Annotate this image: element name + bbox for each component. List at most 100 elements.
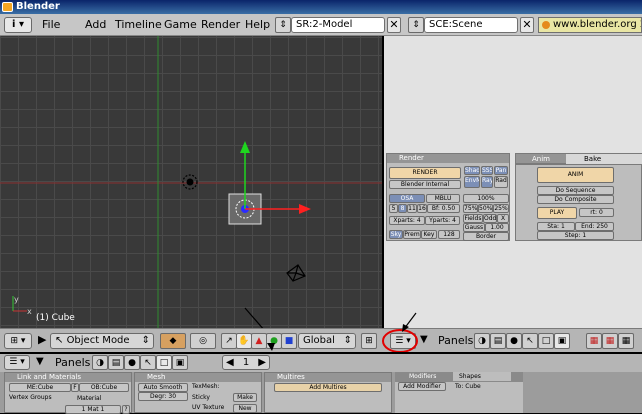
tab-anim[interactable]: Anim bbox=[532, 155, 550, 163]
start-frame-field[interactable]: Sta: 1 bbox=[537, 222, 575, 231]
fields-toggle[interactable]: Fields bbox=[463, 214, 483, 223]
frame-prev-icon[interactable]: ◀ bbox=[226, 356, 234, 369]
auto-smooth-toggle[interactable]: Auto Smooth bbox=[138, 383, 188, 392]
step-field[interactable]: Step: 1 bbox=[537, 231, 614, 240]
play-button[interactable]: PLAY bbox=[537, 207, 577, 219]
object-name-field[interactable]: OB:Cube bbox=[79, 383, 129, 392]
blender-org-link[interactable]: www.blender.org 2 bbox=[538, 17, 642, 33]
mode-select[interactable]: ↖ Object Mode ⇕ bbox=[50, 333, 154, 349]
tab-modifiers[interactable]: Modifiers bbox=[409, 373, 436, 380]
x-toggle[interactable]: X bbox=[497, 214, 509, 223]
mesh-name-field[interactable]: ME:Cube bbox=[9, 383, 71, 392]
3d-viewport[interactable]: y x (1) Cube bbox=[0, 36, 382, 328]
menu-game[interactable]: Game bbox=[164, 18, 197, 31]
color-depth-select[interactable]: 128 bbox=[438, 230, 460, 239]
osa-5-button[interactable]: 5 bbox=[389, 204, 398, 213]
menu-add[interactable]: Add bbox=[85, 18, 106, 31]
pano-toggle[interactable]: Pan bbox=[494, 166, 508, 175]
uv-new-button[interactable]: New bbox=[233, 404, 257, 413]
render-buttons-icon[interactable]: ▦ bbox=[586, 333, 602, 349]
add-multires-button[interactable]: Add Multires bbox=[274, 383, 382, 392]
degr-field[interactable]: Degr: 30 bbox=[138, 392, 188, 401]
3d-editor-type-icon[interactable]: ⊞ ▾ bbox=[4, 333, 32, 349]
editor-type-icon[interactable]: i ▾ bbox=[4, 17, 32, 33]
lower-editor-type-icon[interactable]: ☰ ▾ bbox=[4, 355, 30, 370]
menu-timeline[interactable]: Timeline bbox=[115, 18, 162, 31]
size-75-button[interactable]: 75% bbox=[463, 204, 478, 213]
lower-scene-icon[interactable]: ▣ bbox=[172, 355, 188, 370]
lower-collapse-icon[interactable]: ▼ bbox=[36, 356, 44, 367]
draw-type-icon[interactable]: ◆ bbox=[160, 333, 186, 349]
osa-toggle[interactable]: OSA bbox=[389, 194, 425, 203]
add-modifier-button[interactable]: Add Modifier bbox=[398, 382, 446, 391]
pivot-icon[interactable]: ◎ bbox=[190, 333, 216, 349]
lower-script-icon[interactable]: ▤ bbox=[108, 355, 124, 370]
ray-toggle[interactable]: Ray bbox=[481, 176, 493, 188]
render-button[interactable]: RENDER bbox=[389, 167, 461, 179]
info-header: i ▾ File Add Timeline Game Render Help ⇕… bbox=[0, 14, 642, 36]
do-composite-toggle[interactable]: Do Composite bbox=[537, 195, 614, 204]
frame-next-icon[interactable]: ▶ bbox=[258, 356, 266, 369]
end-frame-field[interactable]: End: 250 bbox=[575, 222, 614, 231]
orientation-select[interactable]: Global ⇕ bbox=[298, 333, 356, 349]
fake-user-toggle[interactable]: F bbox=[71, 383, 79, 392]
gauss-toggle[interactable]: Gauss bbox=[463, 223, 485, 232]
lower-editing-icon[interactable]: □ bbox=[156, 355, 172, 370]
osa-8-button[interactable]: 8 bbox=[398, 204, 407, 213]
scene-browse-icon[interactable]: ⇕ bbox=[408, 17, 424, 33]
menu-file[interactable]: File bbox=[42, 18, 60, 31]
screen-delete-button[interactable]: ✕ bbox=[387, 17, 401, 33]
manipulator-toggle-icon[interactable]: ✋ bbox=[236, 333, 252, 349]
screen-name-field[interactable]: SR:2-Model bbox=[291, 17, 385, 33]
script-icon[interactable]: ▤ bbox=[490, 333, 506, 349]
rt-field[interactable]: rt: 0 bbox=[579, 208, 614, 217]
link-materials-panel: Link and Materials ME:Cube F OB:Cube Ver… bbox=[4, 372, 132, 414]
anim-buttons-icon[interactable]: ▦ bbox=[602, 333, 618, 349]
screen-browse-icon[interactable]: ⇕ bbox=[275, 17, 291, 33]
layer-icon[interactable]: ⊞ bbox=[361, 333, 377, 349]
do-sequence-toggle[interactable]: Do Sequence bbox=[537, 186, 614, 195]
sss-toggle[interactable]: SSS bbox=[481, 166, 493, 175]
gauss-value-field[interactable]: 1.00 bbox=[485, 223, 509, 232]
radio-toggle[interactable]: Rad bbox=[494, 176, 508, 188]
shadow-toggle[interactable]: Shad bbox=[464, 166, 480, 175]
menu-render[interactable]: Render bbox=[201, 18, 240, 31]
renderer-select[interactable]: Blender Internal bbox=[389, 180, 461, 189]
scene-icon[interactable]: ▣ bbox=[554, 333, 570, 349]
premul-toggle[interactable]: Prem bbox=[403, 230, 421, 239]
envmap-toggle[interactable]: EnvMap bbox=[464, 176, 480, 188]
size-25-button[interactable]: 25% bbox=[493, 204, 509, 213]
xparts-field[interactable]: Xparts: 4 bbox=[389, 216, 425, 225]
buttons-collapse-icon[interactable]: ▼ bbox=[420, 334, 428, 345]
menu-help[interactable]: Help bbox=[245, 18, 270, 31]
mblur-toggle[interactable]: MBLU bbox=[426, 194, 460, 203]
border-toggle[interactable]: Border bbox=[463, 232, 509, 241]
tab-shapes[interactable]: Shapes bbox=[453, 372, 511, 381]
sticky-make-button[interactable]: Make bbox=[233, 393, 257, 402]
anim-button[interactable]: ANIM bbox=[537, 167, 614, 183]
yparts-field[interactable]: Yparts: 4 bbox=[425, 216, 460, 225]
lower-object-icon[interactable]: ↖ bbox=[140, 355, 156, 370]
object-icon[interactable]: ↖ bbox=[522, 333, 538, 349]
odd-toggle[interactable]: Odd bbox=[483, 214, 497, 223]
osa-11-button[interactable]: 11 bbox=[407, 204, 417, 213]
blur-factor-field[interactable]: Bf: 0.50 bbox=[427, 204, 460, 213]
key-toggle[interactable]: Key bbox=[421, 230, 437, 239]
lower-logic-icon[interactable]: ◑ bbox=[92, 355, 108, 370]
frame-field[interactable]: ◀ 1 ▶ bbox=[222, 355, 270, 370]
sound-buttons-icon[interactable]: ▦ bbox=[618, 333, 634, 349]
size-50-button[interactable]: 50% bbox=[478, 204, 493, 213]
sky-toggle[interactable]: Sky bbox=[389, 230, 403, 239]
scene-delete-button[interactable]: ✕ bbox=[520, 17, 534, 33]
scale-icon[interactable]: ■ bbox=[281, 333, 297, 349]
lower-shading-icon[interactable]: ● bbox=[124, 355, 140, 370]
tab-bake[interactable]: Bake bbox=[566, 154, 642, 164]
osa-16-button[interactable]: 16 bbox=[417, 204, 427, 213]
scene-name-field[interactable]: SCE:Scene bbox=[424, 17, 518, 33]
editing-icon[interactable]: □ bbox=[538, 333, 554, 349]
expand-menu-icon[interactable]: ▶ bbox=[38, 333, 46, 346]
size-100-button[interactable]: 100% bbox=[463, 194, 509, 203]
logic-icon[interactable]: ◑ bbox=[474, 333, 490, 349]
snap-icon[interactable]: ↗ bbox=[221, 333, 237, 349]
shading-icon[interactable]: ● bbox=[506, 333, 522, 349]
